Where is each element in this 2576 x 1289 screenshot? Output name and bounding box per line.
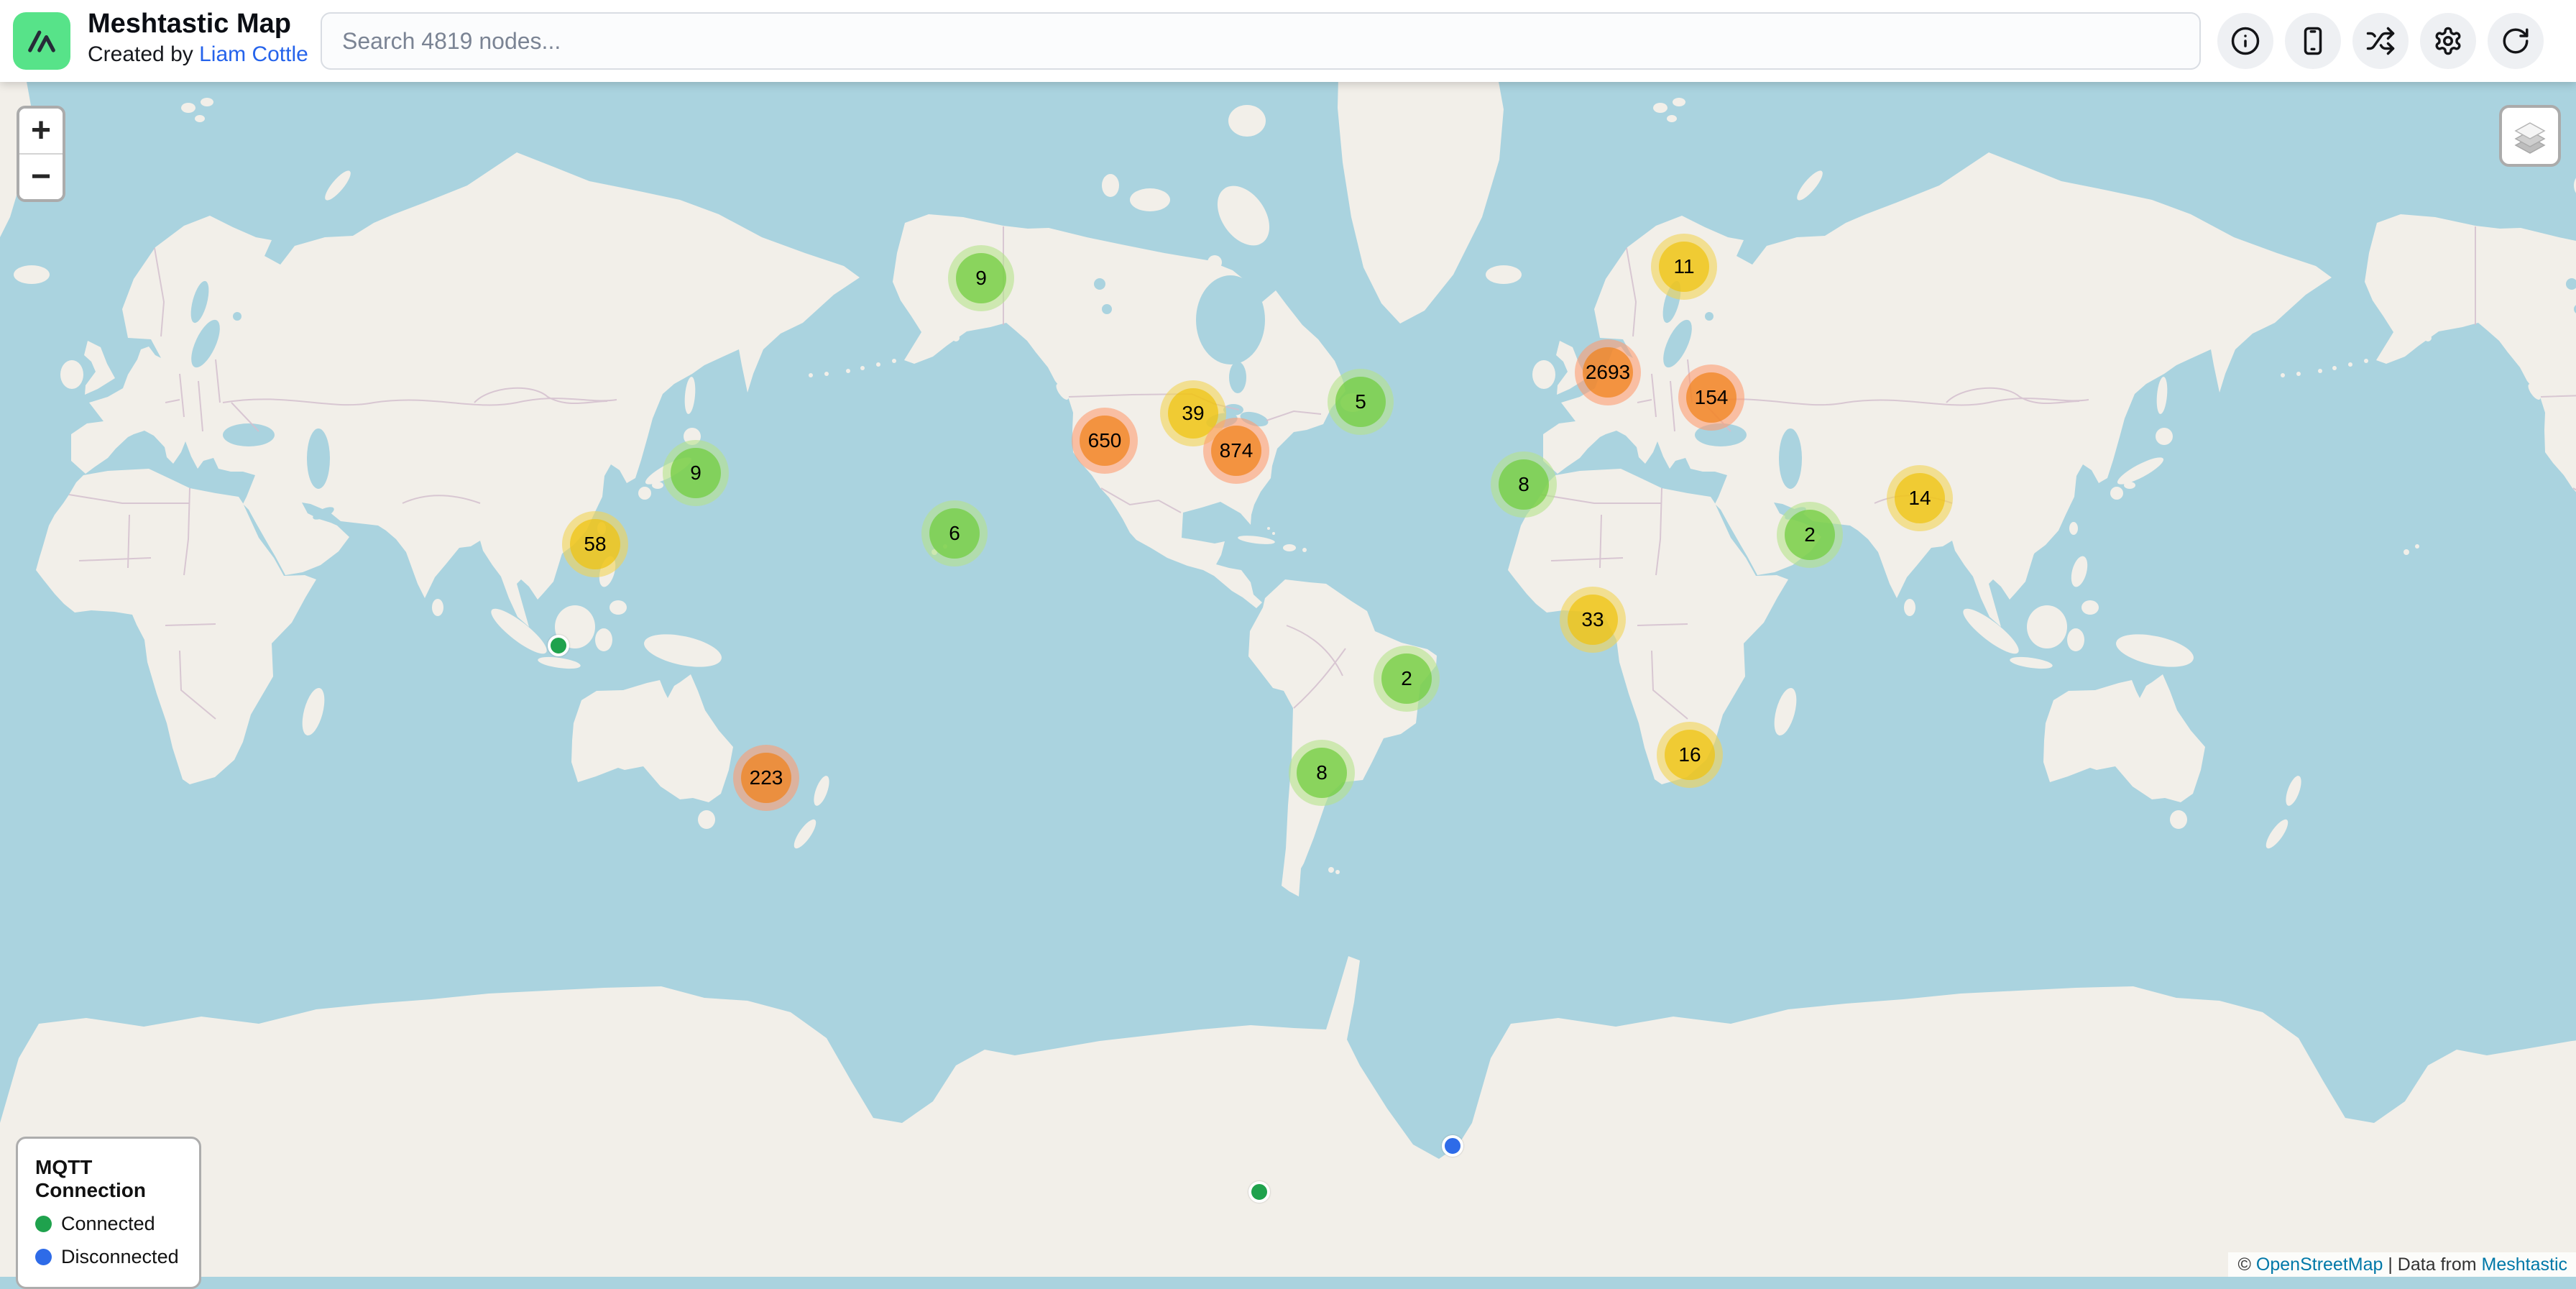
node-marker-disconnected[interactable] (1442, 1135, 1463, 1157)
cluster-marker[interactable]: 33 (1560, 587, 1626, 653)
cluster-marker[interactable]: 14 (1887, 465, 1953, 531)
legend-item: Disconnected (35, 1246, 182, 1268)
cluster-marker[interactable]: 8 (1289, 740, 1355, 806)
legend-item-label: Disconnected (61, 1246, 179, 1268)
cluster-count: 5 (1335, 377, 1386, 427)
cluster-marker[interactable]: 650 (1072, 408, 1138, 474)
cluster-count: 874 (1211, 426, 1261, 476)
app-header: Meshtastic Map Created by Liam Cottle (0, 0, 2576, 82)
cluster-count: 6 (929, 508, 980, 559)
mqtt-legend: MQTT Connection Connected Disconnected (16, 1137, 201, 1289)
openstreetmap-link[interactable]: OpenStreetMap (2256, 1254, 2383, 1275)
layers-icon (2510, 116, 2550, 156)
cluster-marker[interactable]: 6 (921, 500, 988, 566)
cluster-count: 9 (671, 448, 721, 498)
cluster-count: 2 (1785, 510, 1835, 560)
cluster-count: 650 (1080, 416, 1130, 466)
cluster-count: 8 (1499, 459, 1549, 510)
cluster-marker[interactable]: 9 (663, 440, 729, 506)
cluster-marker[interactable]: 16 (1657, 722, 1723, 788)
zoom-out-button[interactable]: − (19, 155, 63, 199)
refresh-button[interactable] (2488, 13, 2544, 69)
random-node-button[interactable] (2352, 13, 2409, 69)
smartphone-icon (2298, 26, 2328, 56)
cluster-marker[interactable]: 2693 (1575, 339, 1641, 405)
info-button[interactable] (2217, 13, 2273, 69)
legend-item-label: Connected (61, 1213, 155, 1235)
page-title: Meshtastic Map (88, 7, 308, 40)
node-marker-connected[interactable] (1248, 1181, 1270, 1203)
byline-prefix: Created by (88, 42, 199, 66)
cluster-marker[interactable]: 2 (1374, 646, 1440, 712)
cluster-count: 2 (1381, 653, 1432, 704)
info-icon (2230, 26, 2260, 56)
attribution-middle: | Data from (2383, 1254, 2481, 1275)
liam-cottle-link[interactable]: Liam Cottle (199, 42, 308, 66)
cluster-marker[interactable]: 8 (1491, 451, 1557, 518)
cluster-count: 2693 (1583, 347, 1633, 398)
cluster-count: 9 (956, 253, 1006, 303)
cluster-marker[interactable]: 154 (1678, 364, 1744, 431)
cluster-count: 14 (1895, 473, 1945, 523)
cluster-marker[interactable]: 9 (948, 245, 1014, 311)
legend-items: Connected Disconnected (35, 1213, 182, 1268)
cluster-count: 58 (570, 519, 620, 569)
cluster-marker[interactable]: 11 (1651, 234, 1717, 300)
title-block: Meshtastic Map Created by Liam Cottle (88, 7, 308, 69)
cluster-marker[interactable]: 5 (1328, 369, 1394, 435)
layers-control[interactable] (2499, 105, 2561, 167)
cluster-marker[interactable]: 874 (1203, 418, 1269, 484)
byline: Created by Liam Cottle (88, 40, 308, 69)
shuffle-icon (2365, 26, 2396, 56)
cluster-count: 154 (1686, 372, 1736, 423)
cluster-count: 11 (1659, 242, 1709, 292)
node-marker-connected[interactable] (548, 635, 569, 656)
cluster-count: 8 (1297, 748, 1347, 798)
legend-item: Connected (35, 1213, 182, 1235)
map-attribution: © OpenStreetMap | Data from Meshtastic (2228, 1252, 2576, 1277)
legend-status-dot-icon (35, 1216, 52, 1232)
gear-icon (2433, 26, 2463, 56)
marker-layer: 911269315453965087498146258332168223 (0, 0, 2576, 1277)
cluster-count: 16 (1665, 730, 1715, 780)
cluster-count: 223 (741, 753, 791, 803)
cluster-marker[interactable]: 223 (733, 745, 799, 811)
cluster-marker[interactable]: 58 (562, 511, 628, 577)
cluster-count: 33 (1568, 595, 1618, 645)
cluster-marker[interactable]: 2 (1777, 502, 1843, 568)
legend-title: MQTT Connection (35, 1156, 182, 1202)
zoom-control: + − (17, 106, 65, 202)
legend-status-dot-icon (35, 1249, 52, 1265)
meshtastic-link[interactable]: Meshtastic (2482, 1254, 2567, 1275)
meshtastic-logo-icon (13, 12, 70, 70)
refresh-icon (2501, 26, 2531, 56)
settings-button[interactable] (2420, 13, 2476, 69)
mobile-app-button[interactable] (2285, 13, 2341, 69)
attribution-copyright: © (2238, 1254, 2256, 1275)
search-input[interactable] (321, 12, 2201, 70)
zoom-in-button[interactable]: + (19, 109, 63, 153)
